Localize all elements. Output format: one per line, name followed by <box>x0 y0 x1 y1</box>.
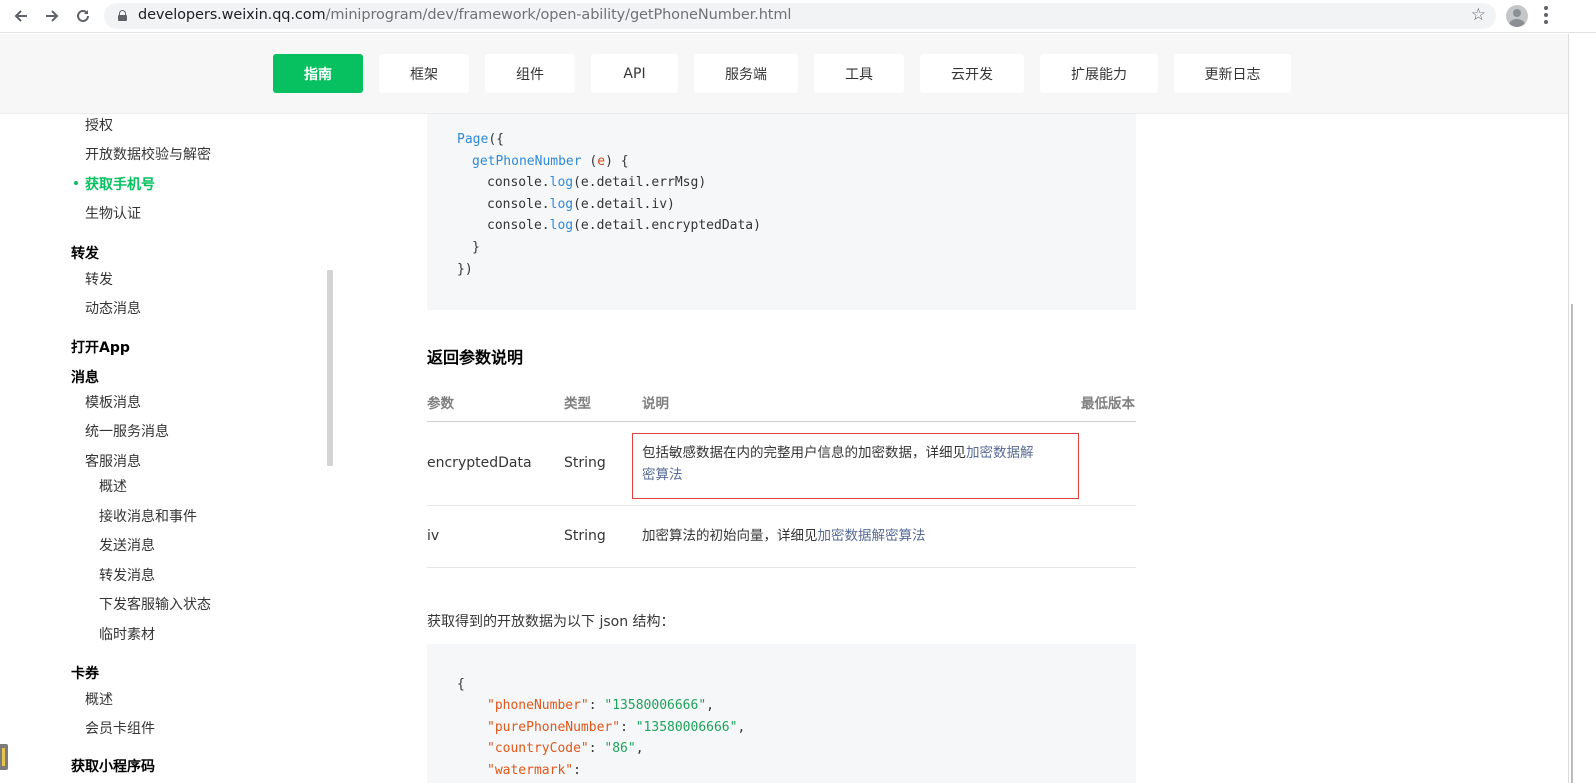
highlight-box <box>632 433 1079 499</box>
sidebar-item-template-msg[interactable]: 模板消息 <box>85 392 141 412</box>
sidebar-item-cards-overview[interactable]: 概述 <box>85 689 113 709</box>
sidebar-item-temp-media[interactable]: 临时素材 <box>99 624 155 644</box>
sidebar-item-forward-msg[interactable]: 转发消息 <box>99 565 155 585</box>
top-nav: 指南 框架 组件 API 服务端 工具 云开发 扩展能力 更新日志 <box>0 34 1568 114</box>
tab-extensions[interactable]: 扩展能力 <box>1040 54 1158 93</box>
table-header-desc: 说明 <box>642 396 669 412</box>
star-icon[interactable]: ☆ <box>1471 5 1486 25</box>
arrow-left-icon[interactable] <box>8 4 34 28</box>
table-header-version: 最低版本 <box>1081 396 1135 412</box>
sidebar-heading-cards[interactable]: 卡券 <box>71 663 99 683</box>
sidebar-heading-open-app[interactable]: 打开App <box>71 337 130 357</box>
menu-kebab-icon[interactable] <box>1544 6 1548 26</box>
sidebar-item-auth[interactable]: 授权 <box>85 115 113 135</box>
browser-toolbar: developers.weixin.qq.com/miniprogram/dev… <box>0 0 1596 33</box>
sidebar-item-share[interactable]: 转发 <box>85 269 113 289</box>
sidebar-item-unified-msg[interactable]: 统一服务消息 <box>85 421 169 441</box>
code-block-page: Page({ getPhoneNumber (e) { console.log(… <box>427 114 1136 310</box>
side-handle[interactable] <box>0 744 8 770</box>
sidebar-item-open-data[interactable]: 开放数据校验与解密 <box>85 144 211 164</box>
sidebar-item-bio-auth[interactable]: 生物认证 <box>85 203 141 223</box>
sidebar-heading-share[interactable]: 转发 <box>71 243 99 263</box>
sidebar-item-get-phone-number[interactable]: 获取手机号 <box>74 174 155 194</box>
table-header-divider <box>427 421 1136 422</box>
tab-changelog[interactable]: 更新日志 <box>1174 54 1291 93</box>
arrow-right-icon[interactable] <box>39 4 65 28</box>
table-cell-desc: 加密算法的初始向量，详细见加密数据解密算法 <box>642 528 926 544</box>
json-intro-text: 获取得到的开放数据为以下 json 结构： <box>427 614 675 630</box>
tab-components[interactable]: 组件 <box>485 54 575 93</box>
profile-avatar-icon[interactable] <box>1506 5 1528 27</box>
address-bar[interactable]: developers.weixin.qq.com/miniprogram/dev… <box>104 3 1496 29</box>
decrypt-algorithm-link[interactable]: 加密数据解密算法 <box>818 528 926 544</box>
url-text[interactable]: developers.weixin.qq.com/miniprogram/dev… <box>138 7 791 23</box>
sidebar-heading-message[interactable]: 消息 <box>71 367 99 387</box>
table-row-divider <box>427 505 1136 506</box>
section-title: 返回参数说明 <box>427 348 524 367</box>
sidebar-item-dynamic-msg[interactable]: 动态消息 <box>85 298 141 318</box>
sidebar: 授权 开放数据校验与解密 获取手机号 生物认证 转发 转发 动态消息 打开App… <box>0 114 326 783</box>
lock-icon <box>118 10 127 21</box>
reload-icon[interactable] <box>70 4 96 28</box>
tab-framework[interactable]: 框架 <box>379 54 469 93</box>
table-row-divider <box>427 567 1136 568</box>
tab-guide[interactable]: 指南 <box>273 54 363 93</box>
sidebar-heading-qrcode[interactable]: 获取小程序码 <box>71 756 155 776</box>
sidebar-item-overview[interactable]: 概述 <box>99 476 127 496</box>
table-header-type: 类型 <box>564 396 591 412</box>
sidebar-scrollbar[interactable] <box>327 270 333 466</box>
table-cell-param: iv <box>427 528 440 544</box>
code-block-json: { "phoneNumber": "13580006666", "purePho… <box>427 644 1136 783</box>
table-cell-param: encryptedData <box>427 455 532 471</box>
sidebar-item-member-card[interactable]: 会员卡组件 <box>85 718 155 738</box>
table-cell-type: String <box>564 528 606 544</box>
page-scrollbar[interactable] <box>1568 34 1596 783</box>
tab-tools[interactable]: 工具 <box>814 54 904 93</box>
sidebar-item-send-msg[interactable]: 发送消息 <box>99 535 155 555</box>
sidebar-item-customer-msg[interactable]: 客服消息 <box>85 451 141 471</box>
sidebar-item-receive-msg[interactable]: 接收消息和事件 <box>99 506 197 526</box>
table-cell-type: String <box>564 455 606 471</box>
tab-api[interactable]: API <box>591 54 678 93</box>
table-header-param: 参数 <box>427 396 454 412</box>
tab-server[interactable]: 服务端 <box>694 54 798 93</box>
sidebar-item-typing-state[interactable]: 下发客服输入状态 <box>99 594 211 614</box>
tab-cloud[interactable]: 云开发 <box>920 54 1024 93</box>
